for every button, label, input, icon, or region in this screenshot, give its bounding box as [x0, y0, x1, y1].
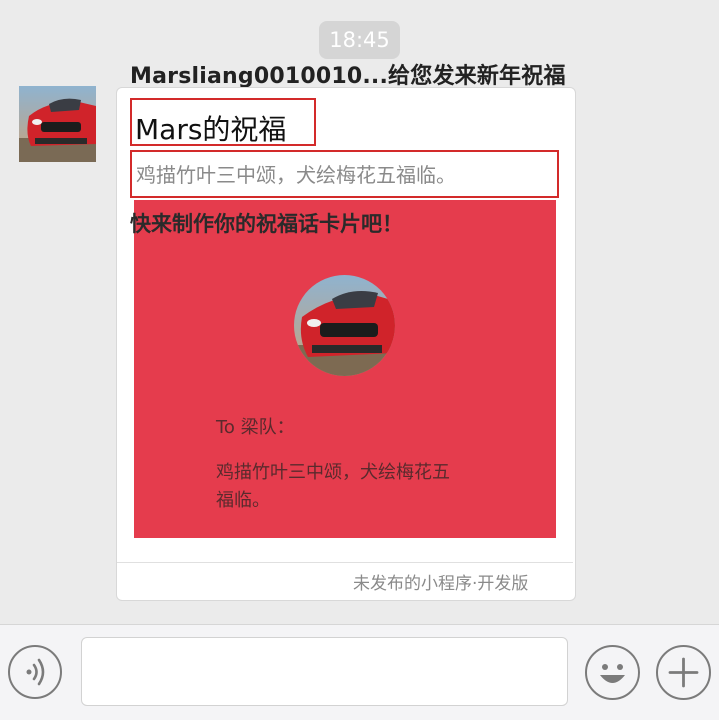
- preview-recipient: To 梁队：: [216, 417, 295, 438]
- card-cta-text: 快来制作你的祝福话卡片吧！: [130, 212, 403, 236]
- emoji-button[interactable]: [585, 645, 640, 700]
- card-description: 鸡描竹叶三中颂，犬绘梅花五福临。: [136, 163, 456, 187]
- sender-avatar[interactable]: [19, 86, 96, 162]
- car-avatar-image: [19, 86, 96, 162]
- message-input[interactable]: [81, 637, 568, 706]
- plus-icon: [668, 657, 699, 688]
- emoji-icon: [600, 664, 625, 683]
- preview-message-line-2: 福临。: [216, 490, 270, 511]
- plus-button[interactable]: [656, 645, 711, 700]
- voice-button[interactable]: [8, 645, 62, 699]
- car-photo-image: [294, 275, 395, 376]
- mini-program-footer: 未发布的小程序·开发版: [353, 574, 529, 594]
- voice-icon: [26, 658, 45, 686]
- preview-message-line-1: 鸡描竹叶三中颂，犬绘梅花五: [216, 462, 450, 483]
- card-title: Mars的祝福: [135, 113, 287, 146]
- message-timestamp: 18:45: [319, 21, 400, 59]
- card-divider: [117, 562, 573, 563]
- sender-line: Marsliang0010010...给您发来新年祝福: [130, 64, 566, 89]
- preview-avatar: [294, 275, 395, 376]
